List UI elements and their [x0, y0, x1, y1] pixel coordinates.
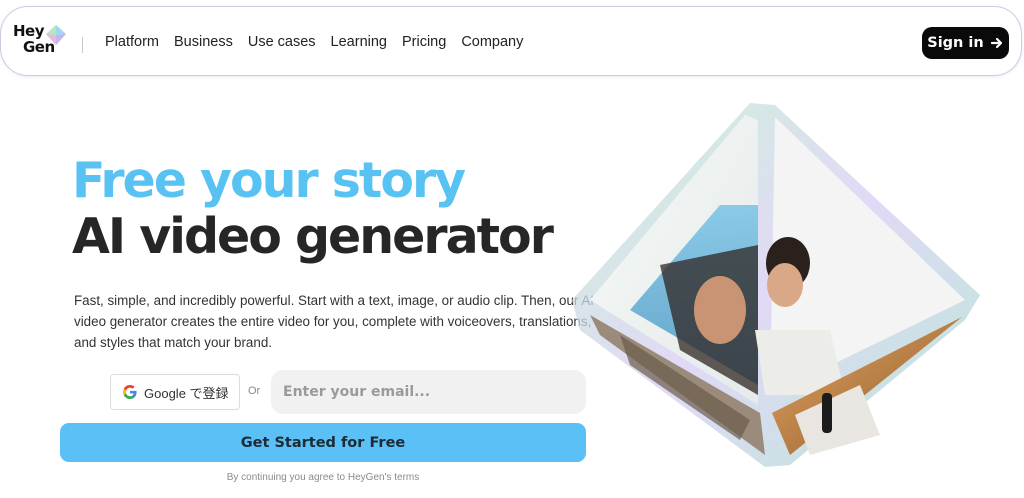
nav-link-platform[interactable]: Platform	[105, 34, 159, 50]
arrow-right-icon	[990, 37, 1002, 49]
nav-link-learning[interactable]: Learning	[331, 34, 387, 50]
email-input[interactable]	[271, 370, 586, 414]
heygen-gem-icon	[46, 25, 66, 45]
sign-in-button[interactable]: Sign in	[922, 27, 1009, 59]
sign-in-label: Sign in	[927, 35, 984, 51]
google-g-icon	[123, 385, 137, 399]
top-navbar: Hey Gen Platform Business Use cases Lear…	[0, 6, 1022, 76]
nav-link-pricing[interactable]: Pricing	[402, 34, 446, 50]
google-signup-button[interactable]: Google で登録	[110, 374, 240, 410]
or-separator: Or	[248, 385, 261, 397]
get-started-button[interactable]: Get Started for Free	[60, 423, 586, 462]
hero-headline-main: AI video generator	[72, 208, 554, 265]
nav-links: Platform Business Use cases Learning Pri…	[105, 7, 523, 77]
nav-link-use-cases[interactable]: Use cases	[248, 34, 316, 50]
nav-divider	[82, 37, 83, 53]
hero-description: Fast, simple, and incredibly powerful. S…	[74, 293, 595, 350]
nav-link-company[interactable]: Company	[461, 34, 523, 50]
google-signup-label: Google で登録	[144, 385, 229, 401]
terms-notice: By continuing you agree to HeyGen's term…	[226, 472, 420, 483]
hero-headline-accent: Free your story	[72, 152, 466, 209]
hero-illustration	[572, 103, 980, 467]
nav-link-business[interactable]: Business	[174, 34, 233, 50]
heygen-logo[interactable]: Hey Gen	[13, 23, 69, 63]
